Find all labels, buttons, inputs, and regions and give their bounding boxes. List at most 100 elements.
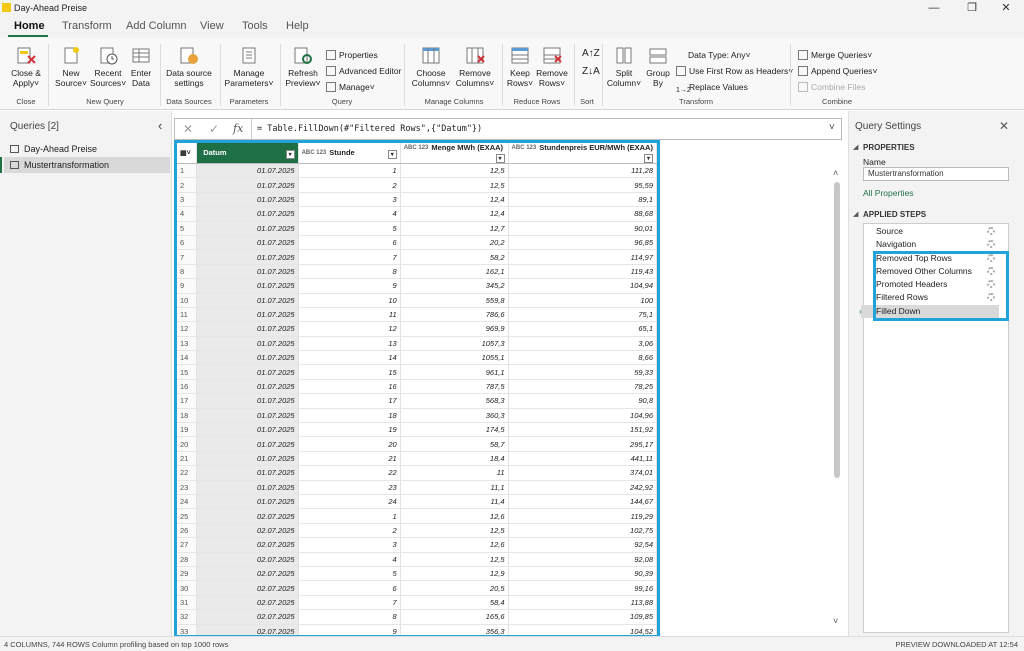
cell-stundenpreis[interactable]: 104,96 [508,408,657,424]
group-by-button[interactable]: Group By [644,46,672,88]
cell-menge[interactable]: 12,7 [400,221,509,236]
cell-datum[interactable]: 02.07.2025 [196,508,299,524]
grid-scrollbar[interactable]: ˄ ˅ [831,168,843,628]
cell-stunde[interactable]: 7 [298,249,401,265]
cell-stunde[interactable]: 8 [298,609,401,625]
manage-button[interactable]: Manage˅ [326,82,375,92]
row-number[interactable]: 2 [177,177,198,193]
step-source[interactable]: Source [861,225,999,238]
tab-help[interactable]: Help [286,20,309,32]
cell-stunde[interactable]: 6 [298,235,401,251]
cell-menge[interactable]: 20,2 [400,235,509,251]
split-column-button[interactable]: Split Column˅ [606,46,642,88]
remove-columns-button[interactable]: Remove Columns˅ [454,46,496,88]
cell-stundenpreis[interactable]: 119,43 [508,264,657,280]
close-settings-icon[interactable]: ✕ [999,119,1009,133]
append-queries-button[interactable]: Append Queries˅ [798,66,877,76]
table-menu-icon[interactable]: ▦˅ [177,143,198,164]
column-header-stunde[interactable]: ABC 123 Stunde ▾ [298,143,401,164]
cell-stundenpreis[interactable]: 109,85 [508,609,657,625]
cell-stunde[interactable]: 4 [298,552,401,567]
cell-stundenpreis[interactable]: 8,66 [508,350,657,366]
step-settings-icon[interactable] [987,240,995,248]
cell-stundenpreis[interactable]: 96,85 [508,235,657,251]
properties-button[interactable]: Properties [326,50,378,60]
cell-menge[interactable]: 12,6 [400,537,509,553]
cell-stunde[interactable]: 19 [298,422,401,438]
cell-stunde[interactable]: 5 [298,221,401,236]
cell-menge[interactable]: 12,4 [400,192,509,208]
manage-parameters-button[interactable]: Manage Parameters˅ [224,46,274,88]
row-number[interactable]: 14 [177,350,198,366]
row-number[interactable]: 1 [177,163,198,179]
cell-stundenpreis[interactable]: 242,92 [508,480,657,495]
row-number[interactable]: 7 [177,249,198,265]
combine-files-button[interactable]: Combine Files [798,82,865,92]
cell-datum[interactable]: 01.07.2025 [196,321,299,337]
filter-dropdown-icon[interactable]: ▾ [387,149,397,159]
column-header-stundenpreis[interactable]: ABC 123 Stundenpreis EUR/MWh (EXAA) ▾ [508,143,657,164]
cell-stunde[interactable]: 7 [298,595,401,611]
row-number[interactable]: 30 [177,580,198,596]
cell-menge[interactable]: 969,9 [400,321,509,337]
cell-stunde[interactable]: 10 [298,293,401,308]
row-number[interactable]: 25 [177,508,198,524]
cell-stunde[interactable]: 16 [298,379,401,395]
cell-datum[interactable]: 01.07.2025 [196,221,299,236]
cell-menge[interactable]: 58,4 [400,595,509,611]
cell-datum[interactable]: 01.07.2025 [196,235,299,251]
row-number[interactable]: 19 [177,422,198,438]
cell-datum[interactable]: 01.07.2025 [196,163,299,179]
cell-menge[interactable]: 568,3 [400,393,509,409]
new-source-button[interactable]: New Source˅ [54,46,88,88]
close-window-icon[interactable]: ✕ [988,0,1024,16]
cell-menge[interactable]: 58,2 [400,249,509,265]
formula-input[interactable]: = Table.FillDown(#"Filtered Rows",{"Datu… [257,124,482,134]
cell-stundenpreis[interactable]: 295,17 [508,436,657,452]
row-number[interactable]: 27 [177,537,198,553]
cell-menge[interactable]: 345,2 [400,278,509,294]
remove-rows-button[interactable]: Remove Rows˅ [536,46,568,88]
cell-stunde[interactable]: 15 [298,364,401,380]
tab-view[interactable]: View [200,20,224,32]
cell-datum[interactable]: 01.07.2025 [196,494,299,510]
cell-menge[interactable]: 174,5 [400,422,509,438]
cell-datum[interactable]: 01.07.2025 [196,264,299,280]
query-item-mustertransformation[interactable]: Mustertransformation [0,157,170,173]
cell-menge[interactable]: 18,4 [400,451,509,467]
scroll-thumb[interactable] [834,182,840,478]
cell-stunde[interactable]: 2 [298,523,401,539]
cell-stunde[interactable]: 5 [298,566,401,582]
cell-stundenpreis[interactable]: 65,1 [508,321,657,337]
cell-stunde[interactable]: 2 [298,177,401,193]
cell-stundenpreis[interactable]: 90,39 [508,566,657,582]
cell-stunde[interactable]: 18 [298,408,401,424]
cell-datum[interactable]: 02.07.2025 [196,566,299,582]
cell-menge[interactable]: 360,3 [400,408,509,424]
restore-icon[interactable]: ❐ [954,0,990,16]
cell-menge[interactable]: 11,1 [400,480,509,495]
fx-icon[interactable]: fx [233,122,243,135]
cell-stunde[interactable]: 21 [298,451,401,467]
cell-menge[interactable]: 12,5 [400,163,509,179]
row-number[interactable]: 26 [177,523,198,539]
cell-datum[interactable]: 01.07.2025 [196,249,299,265]
cell-datum[interactable]: 01.07.2025 [196,177,299,193]
row-number[interactable]: 13 [177,336,198,352]
column-header-menge[interactable]: ABC 123 Menge MWh (EXAA) ▾ [400,143,509,164]
minimize-icon[interactable]: — [916,0,952,16]
cell-stunde[interactable]: 9 [298,278,401,294]
collapse-properties-icon[interactable]: ◢ [853,143,858,151]
cell-stunde[interactable]: 23 [298,480,401,495]
merge-queries-button[interactable]: Merge Queries˅ [798,50,872,60]
cell-datum[interactable]: 01.07.2025 [196,364,299,380]
cell-stundenpreis[interactable]: 99,16 [508,580,657,596]
cell-menge[interactable]: 559,8 [400,293,509,308]
cell-stundenpreis[interactable]: 104,94 [508,278,657,294]
confirm-formula-icon[interactable]: ✓ [209,122,219,136]
cell-stunde[interactable]: 12 [298,321,401,337]
row-number[interactable]: 17 [177,393,198,409]
keep-rows-button[interactable]: Keep Rows˅ [506,46,534,88]
cell-datum[interactable]: 01.07.2025 [196,307,299,323]
cell-menge[interactable]: 1057,3 [400,336,509,352]
